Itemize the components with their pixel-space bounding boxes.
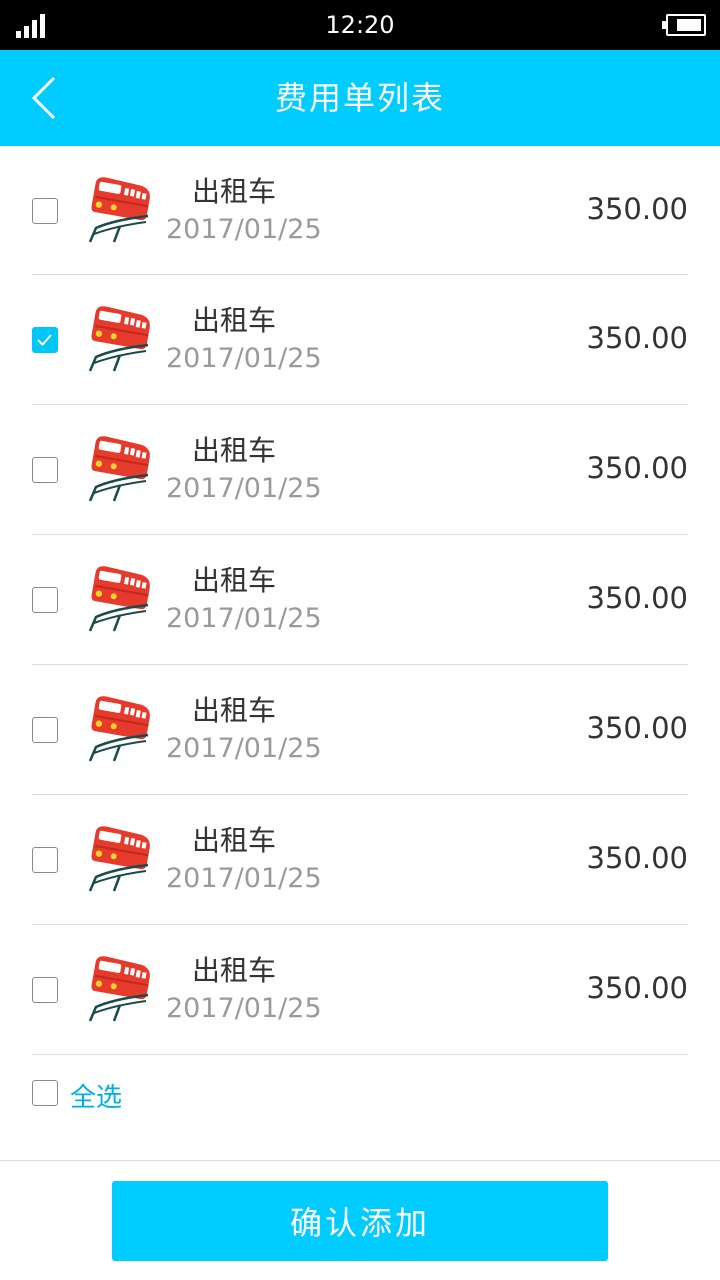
item-name: 出租车 — [192, 564, 277, 597]
expense-list: 出租车 2017/01/25 350.00 出租车 2017/01/25 350… — [0, 146, 720, 1055]
item-date: 2017/01/25 — [166, 473, 322, 504]
expense-row-2[interactable]: 出租车 2017/01/25 350.00 — [0, 275, 720, 405]
battery-icon — [662, 14, 706, 36]
row-checkbox[interactable] — [32, 327, 58, 353]
train-icon — [88, 826, 150, 892]
select-all-label[interactable]: 全选 — [70, 1077, 122, 1114]
item-name: 出租车 — [192, 175, 277, 208]
item-name: 出租车 — [192, 694, 277, 727]
row-checkbox[interactable] — [32, 587, 58, 613]
item-date: 2017/01/25 — [166, 214, 322, 245]
select-all-checkbox[interactable] — [32, 1080, 58, 1106]
page-title: 费用单列表 — [274, 79, 445, 117]
item-date: 2017/01/25 — [166, 993, 322, 1024]
row-checkbox[interactable] — [32, 198, 58, 224]
item-name: 出租车 — [192, 304, 277, 337]
item-date: 2017/01/25 — [166, 343, 322, 374]
row-checkbox[interactable] — [32, 847, 58, 873]
item-name: 出租车 — [192, 954, 277, 987]
expense-row-7[interactable]: 出租车 2017/01/25 350.00 — [0, 925, 720, 1055]
row-checkbox[interactable] — [32, 457, 58, 483]
footer-bar: 确认添加 — [0, 1160, 720, 1280]
item-amount: 350.00 — [586, 192, 688, 226]
expense-row-6[interactable]: 出租车 2017/01/25 350.00 — [0, 795, 720, 925]
expense-row-3[interactable]: 出租车 2017/01/25 350.00 — [0, 405, 720, 535]
expense-row-5[interactable]: 出租车 2017/01/25 350.00 — [0, 665, 720, 795]
item-date: 2017/01/25 — [166, 733, 322, 764]
item-name: 出租车 — [192, 434, 277, 467]
train-icon — [88, 696, 150, 762]
item-date: 2017/01/25 — [166, 603, 322, 634]
back-button[interactable] — [22, 72, 72, 124]
train-icon — [88, 436, 150, 502]
row-checkbox[interactable] — [32, 717, 58, 743]
app-header: 费用单列表 — [0, 50, 720, 146]
item-date: 2017/01/25 — [166, 863, 322, 894]
item-amount: 350.00 — [586, 971, 688, 1005]
item-amount: 350.00 — [586, 711, 688, 745]
row-checkbox[interactable] — [32, 977, 58, 1003]
train-icon — [88, 177, 150, 243]
select-all-row: 全选 — [0, 1049, 720, 1135]
item-name: 出租车 — [192, 824, 277, 857]
train-icon — [88, 306, 150, 372]
expense-row-1[interactable]: 出租车 2017/01/25 350.00 — [0, 146, 720, 275]
item-amount: 350.00 — [586, 581, 688, 615]
status-bar: 12:20 — [0, 0, 720, 50]
check-icon — [37, 334, 52, 346]
chevron-left-icon — [31, 76, 56, 120]
status-time: 12:20 — [325, 11, 395, 39]
train-icon — [88, 566, 150, 632]
train-icon — [88, 956, 150, 1022]
confirm-add-button[interactable]: 确认添加 — [112, 1181, 608, 1261]
expense-row-4[interactable]: 出租车 2017/01/25 350.00 — [0, 535, 720, 665]
item-amount: 350.00 — [586, 841, 688, 875]
item-amount: 350.00 — [586, 321, 688, 355]
item-amount: 350.00 — [586, 451, 688, 485]
